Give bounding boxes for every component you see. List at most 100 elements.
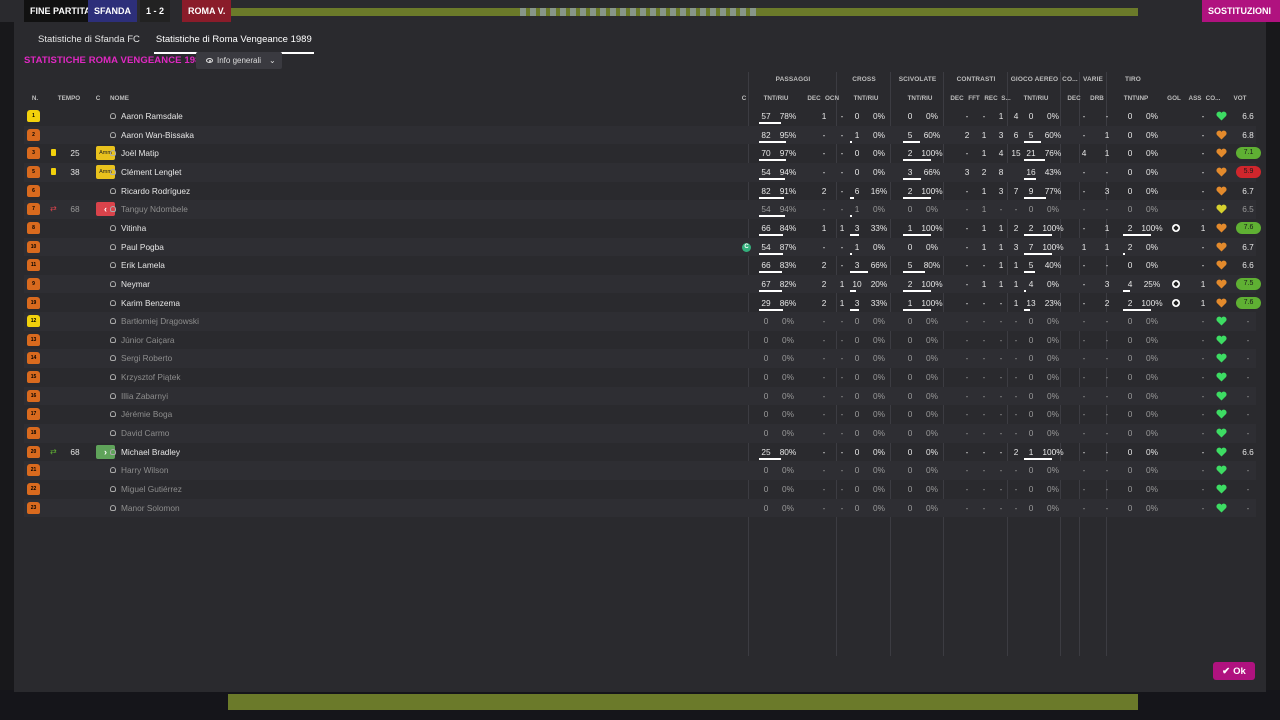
table-row[interactable]: 19 Karim Benzema 29 86% 2 1 3 33% 1 100% - - -1 13 23%…	[24, 294, 1261, 313]
player-name[interactable]: Illia Zabarnyi	[107, 387, 327, 406]
player-name[interactable]: Miguel Gutiérrez	[107, 480, 327, 499]
table-row[interactable]: 10 Paul Pogba C 54 87% - -1 0% 0 0% -1 1 3 7 100% 1 1 2 0%…	[24, 237, 1256, 257]
column-header-pass-ocn[interactable]: OCN	[824, 95, 840, 102]
dribbles-value: 1	[1104, 241, 1110, 252]
player-name[interactable]: Sergi Roberto	[107, 349, 327, 368]
substitutions-button[interactable]: SOSTITUZIONI	[1202, 0, 1280, 22]
column-header-scv-tnt[interactable]: TNT/RIU	[902, 95, 938, 102]
column-header-nome[interactable]: NOME	[110, 95, 170, 102]
column-header-cap[interactable]: C	[738, 95, 750, 102]
player-name[interactable]: Joël Matip	[107, 144, 327, 163]
pitch-strip-bottom	[228, 694, 1138, 710]
player-name-text: Vitinha	[121, 222, 147, 233]
table-row[interactable]: 7 ⇄ 68 ‹ Tanguy Ndombele 54 94% - -1 0% 0 0% -1- -0 0%…	[24, 200, 1256, 219]
player-name[interactable]: Manor Solomon	[107, 499, 327, 518]
player-name[interactable]: Karim Benzema	[107, 294, 327, 313]
passes-success-bar	[759, 289, 782, 292]
dribbles-value: -	[1105, 353, 1109, 364]
fouls-value: 2	[981, 166, 987, 177]
clearances-value: 6	[1013, 129, 1019, 140]
player-name[interactable]: Neymar	[107, 275, 327, 294]
goal-ball-icon	[1172, 298, 1180, 307]
player-name-text: Paul Pogba	[121, 241, 164, 252]
player-name[interactable]: Krzysztof Piątek	[107, 368, 327, 387]
player-name[interactable]: Ricardo Rodríguez	[107, 182, 327, 201]
crosses-percent: 0%	[873, 129, 885, 140]
player-name-text: Illia Zabarnyi	[121, 390, 169, 401]
column-header-con-dec[interactable]: DEC	[950, 95, 964, 102]
clearances-value: 15	[1011, 148, 1021, 159]
column-header-pass-dec[interactable]: DEC	[807, 95, 821, 102]
ok-button[interactable]: ✔ Ok	[1213, 662, 1255, 680]
table-row[interactable]: 23 Manor Solomon 0 0% - -0 0% 0 0% - - - -0 0% - -0 0% - -	[24, 498, 1256, 518]
player-shirt-icon: 6	[27, 184, 40, 197]
person-icon	[110, 113, 116, 119]
table-row[interactable]: 22 Miguel Gutiérrez 0 0% - -0 0% 0 0% - - - -0 0% - -0 0…	[24, 480, 1256, 499]
column-header-con-rec[interactable]: REC	[983, 95, 999, 102]
player-name[interactable]: Aaron Wan-Bissaka	[107, 126, 327, 145]
player-name[interactable]: Bartłomiej Drągowski	[107, 312, 327, 331]
aerials-count: 0	[1028, 204, 1034, 215]
player-name[interactable]: Júnior Caiçara	[107, 331, 327, 350]
table-row[interactable]: 14 Sergi Roberto 0 0% - -0 0% 0 0% - - - -0 0% - -0 0% - -	[24, 349, 1256, 369]
column-header-ass[interactable]: ASS	[1188, 95, 1202, 102]
column-header-tempo[interactable]: TEMPO	[56, 95, 82, 102]
column-header-drb[interactable]: DRB	[1088, 95, 1106, 102]
tempo-value	[64, 480, 86, 499]
tackles-success-bar	[903, 289, 931, 292]
aerials-percent: 0%	[1047, 316, 1059, 327]
player-name[interactable]: Tanguy Ndombele	[107, 200, 327, 219]
player-name[interactable]: Clément Lenglet	[107, 163, 327, 182]
goalkeeper-shirt-icon: 1	[27, 110, 40, 122]
column-header-con-fft[interactable]: FFT	[967, 95, 981, 102]
table-row[interactable]: 21 Harry Wilson 0 0% - -0 0% 0 0% - - - -0 0% - -0 0% - -	[24, 461, 1256, 480]
column-header-n[interactable]: N.	[28, 95, 42, 102]
clearances-value: 1	[1013, 297, 1019, 308]
person-icon	[110, 150, 116, 157]
table-row[interactable]: 20 ⇄ 68 › Michael Bradley 25 80% - -0 0% 0 0% - - -2 1 1…	[24, 443, 1256, 462]
player-name[interactable]: Aaron Ramsdale	[107, 107, 327, 126]
table-row[interactable]: 12 Bartłomiej Drągowski 0 0% - -0 0% 0 0% - - - -0 0%…	[24, 312, 1256, 331]
table-row[interactable]: 9 Neymar 67 82% 2 1 10 20% 2 100% -1 1 1 4 0% -3 4 25% 1 7.…	[24, 274, 1261, 294]
player-name[interactable]: David Carmo	[107, 424, 327, 443]
table-row[interactable]: 13 Júnior Caiçara 0 0% - -0 0% 0 0% - - - -0 0% - -0 0% -…	[24, 331, 1256, 350]
shots-percent: 0%	[1146, 372, 1158, 383]
column-header-cond[interactable]: CO...	[1205, 95, 1221, 102]
table-row[interactable]: 2 Aaron Wan-Bissaka 82 95% - -1 0% 5 60% 2 1 3 6 5 60%…	[24, 125, 1256, 145]
decisive-tackles-value: -	[965, 390, 969, 401]
table-row[interactable]: 16 Illia Zabarnyi 0 0% - -0 0% 0 0% - - - -0 0% - -0 0% -…	[24, 386, 1256, 406]
tempo-value	[64, 368, 86, 387]
table-row[interactable]: 18 David Carmo 0 0% - -0 0% 0 0% - - - -0 0% - -0 0% - -	[24, 424, 1256, 443]
table-row[interactable]: 5 38 Amm Clément Lenglet 54 94% - -0 0% 3 66% 3 2 8 16…	[24, 162, 1261, 182]
table-row[interactable]: 8 Vitinha 66 84% 1 1 3 33% 1 100% -1 1 2 2 100% -1 2 100%…	[24, 219, 1261, 238]
player-name[interactable]: Jérémie Boga	[107, 405, 327, 424]
column-header-tiro-tnt[interactable]: TNT\INP	[1118, 95, 1154, 102]
table-row[interactable]: 17 Jérémie Boga 0 0% - -0 0% 0 0% - - - -0 0% - -0 0% - -	[24, 405, 1256, 424]
column-header-gol[interactable]: GOL	[1166, 95, 1182, 102]
column-header-c[interactable]: C	[92, 95, 104, 102]
table-row[interactable]: 6 Ricardo Rodríguez 82 91% 2-6 16% 2 100% -1 3 7 9 7…	[24, 182, 1256, 201]
crosses-success-bar	[850, 289, 856, 292]
column-header-pass-tnt[interactable]: TNT/RIU	[758, 95, 794, 102]
column-header-air-tnt[interactable]: TNT/RIU	[1018, 95, 1054, 102]
condition-heart-icon	[1216, 111, 1227, 121]
column-header-co-dec[interactable]: DEC	[1067, 95, 1081, 102]
table-row[interactable]: 15 Krzysztof Piątek 0 0% - -0 0% 0 0% - - - -0 0% - -0 0…	[24, 368, 1256, 387]
player-name[interactable]: Harry Wilson	[107, 461, 327, 480]
player-name[interactable]: Michael Bradley	[107, 443, 327, 462]
table-row[interactable]: 11 Erik Lamela 66 83% 2-3 66% 5 80% - -1 1 5 40% - -0 0…	[24, 256, 1256, 275]
column-header-con-s[interactable]: S...	[1000, 95, 1012, 102]
column-header-cross-tnt[interactable]: TNT/RIU	[848, 95, 884, 102]
player-name-text: David Carmo	[121, 428, 170, 439]
column-header-vot[interactable]: VOT	[1228, 95, 1252, 102]
headers-decisive-value: -	[1082, 166, 1086, 177]
tackles-success-bar	[903, 159, 931, 162]
condition-heart-icon	[1216, 204, 1227, 214]
headers-decisive-value: -	[1082, 465, 1086, 476]
assists-value: 1	[1200, 278, 1206, 289]
table-row[interactable]: 3 25 Amm Joël Matip 70 97% - -0 0% 2 100% -1 4 15 21 76…	[24, 144, 1261, 163]
player-name[interactable]: Erik Lamela	[107, 256, 327, 275]
player-name[interactable]: Vitinha	[107, 219, 327, 238]
player-name[interactable]: Paul Pogba	[107, 238, 327, 257]
table-row[interactable]: 1 Aaron Ramsdale 57 78% 1-0 0% 0 0% - -1 4 0 0% - -0 0%…	[24, 107, 1256, 126]
